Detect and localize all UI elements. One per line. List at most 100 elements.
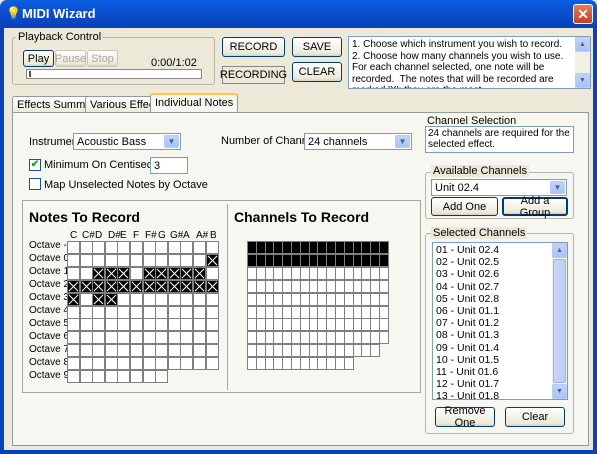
note-cell[interactable]	[92, 253, 106, 267]
note-cell[interactable]	[92, 305, 106, 319]
note-cell[interactable]	[79, 305, 93, 319]
note-cell[interactable]	[92, 331, 106, 345]
note-cell[interactable]	[92, 266, 106, 280]
note-cell[interactable]	[180, 241, 194, 254]
note-cell[interactable]	[117, 370, 131, 383]
note-cell[interactable]	[193, 241, 206, 254]
channel-cell[interactable]	[379, 241, 389, 254]
note-cell[interactable]	[92, 241, 106, 254]
selected-list-scrollbar[interactable]: ▲ ▼	[552, 243, 567, 399]
note-cell[interactable]	[155, 292, 169, 306]
note-cell[interactable]	[167, 331, 181, 345]
note-cell[interactable]	[104, 266, 118, 280]
note-cell[interactable]	[79, 279, 93, 293]
note-cell[interactable]	[104, 370, 118, 383]
chevron-down-icon[interactable]: ▼	[395, 135, 410, 148]
note-cell[interactable]	[205, 305, 219, 319]
note-cell[interactable]	[193, 279, 206, 293]
note-cell[interactable]	[67, 318, 80, 332]
chevron-down-icon[interactable]: ▼	[550, 181, 565, 194]
note-cell[interactable]	[142, 344, 156, 358]
note-cell[interactable]	[205, 241, 219, 254]
note-cell[interactable]	[92, 279, 106, 293]
channel-cell[interactable]	[379, 253, 389, 267]
note-cell[interactable]	[193, 331, 206, 345]
note-cell[interactable]	[117, 344, 131, 358]
stop-button[interactable]: Stop	[87, 50, 118, 67]
note-cell[interactable]	[142, 253, 156, 267]
note-cell[interactable]	[130, 292, 143, 306]
note-cell[interactable]	[130, 253, 143, 267]
note-cell[interactable]	[79, 370, 93, 383]
min-on-input[interactable]: 3	[150, 157, 188, 174]
note-cell[interactable]	[104, 279, 118, 293]
note-cell[interactable]	[142, 370, 156, 383]
note-cell[interactable]	[205, 344, 219, 358]
note-cell[interactable]	[104, 292, 118, 306]
note-cell[interactable]	[104, 305, 118, 319]
note-cell[interactable]	[130, 370, 143, 383]
note-cell[interactable]	[79, 241, 93, 254]
note-cell[interactable]	[92, 344, 106, 358]
note-cell[interactable]	[142, 318, 156, 332]
save-button[interactable]: SAVE	[292, 37, 342, 57]
note-cell[interactable]	[104, 357, 118, 371]
note-cell[interactable]	[193, 318, 206, 332]
instrument-select[interactable]: Acoustic Bass ▼	[73, 133, 181, 150]
instructions-box[interactable]: 1. Choose which instrument you wish to r…	[348, 36, 591, 89]
note-cell[interactable]	[167, 279, 181, 293]
channel-cell[interactable]	[370, 344, 381, 358]
note-cell[interactable]	[130, 241, 143, 254]
note-cell[interactable]	[67, 292, 80, 306]
note-cell[interactable]	[167, 305, 181, 319]
note-cell[interactable]	[193, 305, 206, 319]
note-cell[interactable]	[142, 241, 156, 254]
note-cell[interactable]	[205, 266, 219, 280]
scroll-up-icon[interactable]: ▲	[575, 37, 590, 52]
note-cell[interactable]	[167, 253, 181, 267]
note-cell[interactable]	[79, 292, 93, 306]
note-cell[interactable]	[205, 331, 219, 345]
note-cell[interactable]	[67, 370, 80, 383]
note-cell[interactable]	[104, 331, 118, 345]
selected-channel-item[interactable]: 10 - Unit 01.5	[434, 354, 552, 366]
note-cell[interactable]	[142, 357, 156, 371]
instructions-scrollbar[interactable]: ▲ ▼	[575, 37, 590, 88]
note-cell[interactable]	[180, 305, 194, 319]
clear-channels-button[interactable]: Clear	[505, 407, 565, 427]
selected-channel-item[interactable]: 05 - Unit 02.8	[434, 293, 552, 305]
note-cell[interactable]	[104, 241, 118, 254]
selected-channel-item[interactable]: 07 - Unit 01.2	[434, 317, 552, 329]
note-cell[interactable]	[167, 344, 181, 358]
note-cell[interactable]	[104, 318, 118, 332]
selected-channel-item[interactable]: 09 - Unit 01.4	[434, 342, 552, 354]
note-cell[interactable]	[180, 292, 194, 306]
close-button[interactable]: ✕	[573, 4, 593, 24]
note-cell[interactable]	[155, 279, 169, 293]
note-cell[interactable]	[117, 292, 131, 306]
note-cell[interactable]	[180, 253, 194, 267]
selected-channel-item[interactable]: 08 - Unit 01.3	[434, 329, 552, 341]
selected-channel-item[interactable]: 13 - Unit 01.8	[434, 390, 552, 399]
note-cell[interactable]	[104, 253, 118, 267]
note-cell[interactable]	[117, 318, 131, 332]
note-cell[interactable]	[67, 279, 80, 293]
note-cell[interactable]	[193, 292, 206, 306]
note-cell[interactable]	[205, 357, 219, 371]
play-button[interactable]: Play	[23, 50, 54, 67]
note-cell[interactable]	[67, 344, 80, 358]
note-cell[interactable]	[167, 266, 181, 280]
note-cell[interactable]	[180, 266, 194, 280]
selected-channels-list[interactable]: 01 - Unit 02.4 02 - Unit 02.5 03 - Unit 02…	[432, 242, 568, 400]
note-cell[interactable]	[130, 357, 143, 371]
note-cell[interactable]	[155, 305, 169, 319]
selected-channel-item[interactable]: 06 - Unit 01.1	[434, 305, 552, 317]
note-cell[interactable]	[67, 266, 80, 280]
note-cell[interactable]	[142, 266, 156, 280]
selected-channel-item[interactable]: 04 - Unit 02.7	[434, 281, 552, 293]
note-cell[interactable]	[67, 241, 80, 254]
selected-channel-item[interactable]: 01 - Unit 02.4	[434, 244, 552, 256]
channel-cell[interactable]	[379, 279, 389, 293]
note-cell[interactable]	[155, 357, 169, 371]
note-cell[interactable]	[130, 344, 143, 358]
